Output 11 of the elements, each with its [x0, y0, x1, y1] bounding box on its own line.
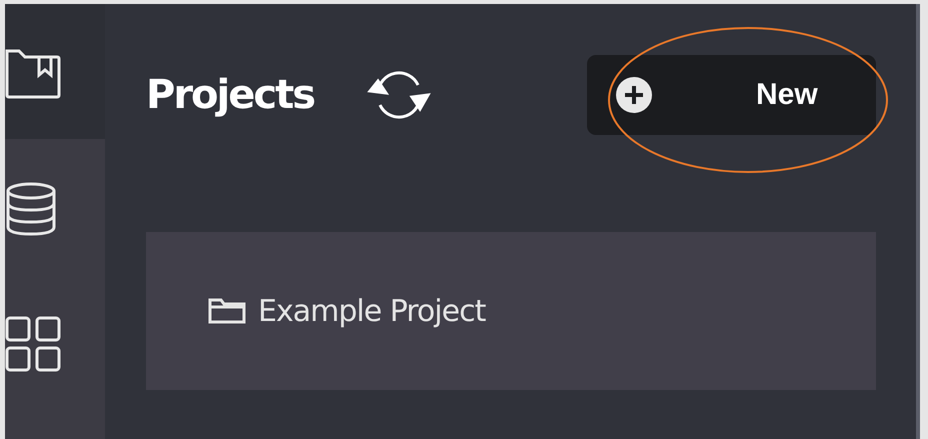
bookmark-folder-icon	[5, 49, 61, 99]
project-card[interactable]: Example Project	[146, 232, 876, 390]
folder-icon	[208, 298, 246, 324]
new-button[interactable]: New	[587, 55, 876, 135]
grid-icon	[5, 316, 61, 372]
page-title: Projects	[146, 72, 314, 118]
project-name: Example Project	[258, 294, 486, 328]
plus-circle-icon	[615, 76, 653, 114]
database-icon	[5, 182, 57, 236]
sidebar-item[interactable]	[5, 4, 105, 139]
refresh-icon[interactable]	[366, 69, 432, 121]
